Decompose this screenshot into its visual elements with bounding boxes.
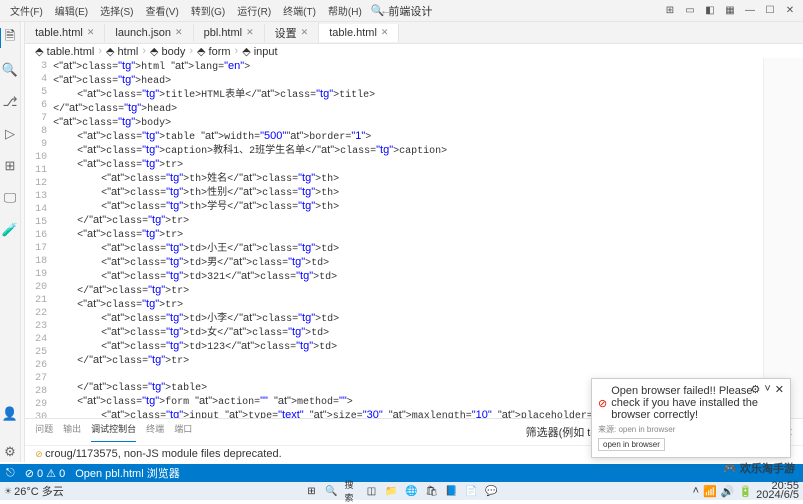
menu-run[interactable]: 运行(R) — [231, 1, 277, 20]
menu-file[interactable]: 文件(F) — [4, 1, 49, 20]
code-editor[interactable]: <"at">class="tg">html "at">lang="en"> <"… — [53, 58, 763, 418]
remote-status-icon[interactable]: ⎋ — [6, 467, 15, 480]
window-title: 前端设计 — [388, 3, 432, 19]
explorer-icon[interactable]: 🗎 — [0, 28, 19, 48]
panel-toggle-icon[interactable]: ▭ — [681, 3, 699, 19]
tray-chevron-icon[interactable]: ˄ — [693, 485, 699, 497]
editor-tab[interactable]: pbl.html✕ — [194, 24, 265, 42]
status-problems[interactable]: ⊘ 0 ⚠ 0 — [25, 467, 65, 480]
app-vscode-icon[interactable]: 📘 — [445, 484, 459, 498]
activity-bar: 🗎 🔍 ⎇ ▷ ⊞ 🖵 🧪 👤 ⚙ — [0, 22, 21, 462]
app-explorer-icon[interactable]: 📁 — [385, 484, 399, 498]
menu-help[interactable]: 帮助(H) — [322, 1, 368, 20]
taskbar-date[interactable]: 2024/6/5 — [756, 491, 799, 500]
notif-chevron-icon[interactable]: ˅ — [764, 383, 770, 396]
panel-tab[interactable]: 调试控制台 — [91, 422, 136, 442]
scm-icon[interactable]: ⎇ — [0, 92, 20, 112]
task-view-icon[interactable]: ◫ — [365, 484, 379, 498]
app-store-icon[interactable]: 🛍 — [425, 484, 439, 498]
customize-icon[interactable]: ▦ — [721, 3, 739, 19]
extensions-icon[interactable]: ⊞ — [0, 156, 20, 176]
tray-battery-icon[interactable]: 🔋 — [738, 485, 752, 498]
start-icon[interactable]: ⊞ — [305, 484, 319, 498]
line-gutter: 3456789101112131415161718192021222324252… — [25, 58, 53, 418]
menu-terminal[interactable]: 终端(T) — [277, 1, 322, 20]
minimize-icon[interactable]: — — [741, 3, 759, 19]
tab-close-icon[interactable]: ✕ — [381, 27, 389, 38]
taskbar-search[interactable]: 🔍 — [325, 484, 339, 498]
tab-close-icon[interactable]: ✕ — [246, 27, 254, 38]
app-edge-icon[interactable]: 🌐 — [405, 484, 419, 498]
tab-bar: table.html✕launch.json✕pbl.html✕设置✕table… — [25, 22, 803, 44]
breadcrumb-item[interactable]: ⬘ table.html — [35, 45, 94, 58]
menu-edit[interactable]: 编辑(E) — [49, 1, 94, 20]
editor-tab[interactable]: 设置✕ — [265, 22, 320, 44]
testing-icon[interactable]: 🧪 — [0, 220, 20, 240]
breadcrumb-item[interactable]: ⬘ html — [106, 45, 138, 58]
menubar: 文件(F) 编辑(E) 选择(S) 查看(V) 转到(G) 运行(R) 终端(T… — [0, 0, 803, 22]
remote-icon[interactable]: 🖵 — [0, 188, 20, 208]
breadcrumb-item[interactable]: ⬘ input — [242, 45, 277, 58]
panel-tab[interactable]: 问题 — [35, 422, 53, 442]
menu-select[interactable]: 选择(S) — [94, 1, 139, 20]
breadcrumb[interactable]: ⬘ table.html›⬘ html›⬘ body›⬘ form›⬘ inpu… — [25, 44, 803, 58]
tray-wifi-icon[interactable]: 📶 — [703, 485, 717, 498]
notif-source: 来源: open in browser — [598, 424, 784, 435]
tab-close-icon[interactable]: ✕ — [301, 27, 309, 38]
panel-tab[interactable]: 端口 — [174, 422, 192, 442]
search-icon[interactable]: 🔍 — [371, 4, 385, 17]
editor-tab[interactable]: table.html✕ — [25, 24, 105, 42]
close-icon[interactable]: ✕ — [781, 3, 799, 19]
breadcrumb-item[interactable]: ⬘ body — [150, 45, 185, 58]
menu-view[interactable]: 查看(V) — [139, 1, 184, 20]
search-activity-icon[interactable]: 🔍 — [0, 60, 20, 80]
account-icon[interactable]: 👤 — [0, 404, 20, 424]
settings-icon[interactable]: ⚙ — [0, 442, 20, 462]
layout-toggle-icon[interactable]: ⊞ — [661, 3, 679, 19]
status-browser[interactable]: Open pbl.html 浏览器 — [75, 465, 180, 481]
sidebar-toggle-icon[interactable]: ◧ — [701, 3, 719, 19]
panel-tab[interactable]: 终端 — [146, 422, 164, 442]
breadcrumb-item[interactable]: ⬘ form — [197, 45, 231, 58]
notif-gear-icon[interactable]: ⚙ — [750, 383, 760, 396]
minimap[interactable] — [763, 58, 803, 418]
panel-tab[interactable]: 输出 — [63, 422, 81, 442]
notification: ⚙˅✕ ⊘Open browser failed!! Please check … — [591, 378, 791, 458]
taskbar: ☀ 26°C 多云 ⊞ 🔍搜索 ◫ 📁 🌐 🛍 📘 📄 💬 ˄ 📶 🔊 🔋 20… — [0, 482, 803, 500]
maximize-icon[interactable]: ☐ — [761, 3, 779, 19]
menu-goto[interactable]: 转到(G) — [185, 1, 231, 20]
app-wechat-icon[interactable]: 💬 — [485, 484, 499, 498]
editor-tab[interactable]: launch.json✕ — [105, 24, 193, 42]
error-icon: ⊘ — [598, 397, 607, 410]
status-bar: ⎋ ⊘ 0 ⚠ 0 Open pbl.html 浏览器 — [0, 464, 803, 482]
app-word-icon[interactable]: 📄 — [465, 484, 479, 498]
notif-action-button[interactable]: open in browser — [598, 438, 665, 451]
tab-close-icon[interactable]: ✕ — [175, 27, 183, 38]
editor-tab[interactable]: table.html✕ — [319, 24, 399, 42]
taskbar-weather[interactable]: ☀ 26°C 多云 — [4, 483, 64, 499]
watermark: 🎮 欢乐淘手游 — [723, 460, 795, 476]
tab-close-icon[interactable]: ✕ — [87, 27, 95, 38]
notif-close-icon[interactable]: ✕ — [775, 383, 784, 396]
tray-volume-icon[interactable]: 🔊 — [721, 485, 735, 498]
debug-icon[interactable]: ▷ — [0, 124, 20, 144]
